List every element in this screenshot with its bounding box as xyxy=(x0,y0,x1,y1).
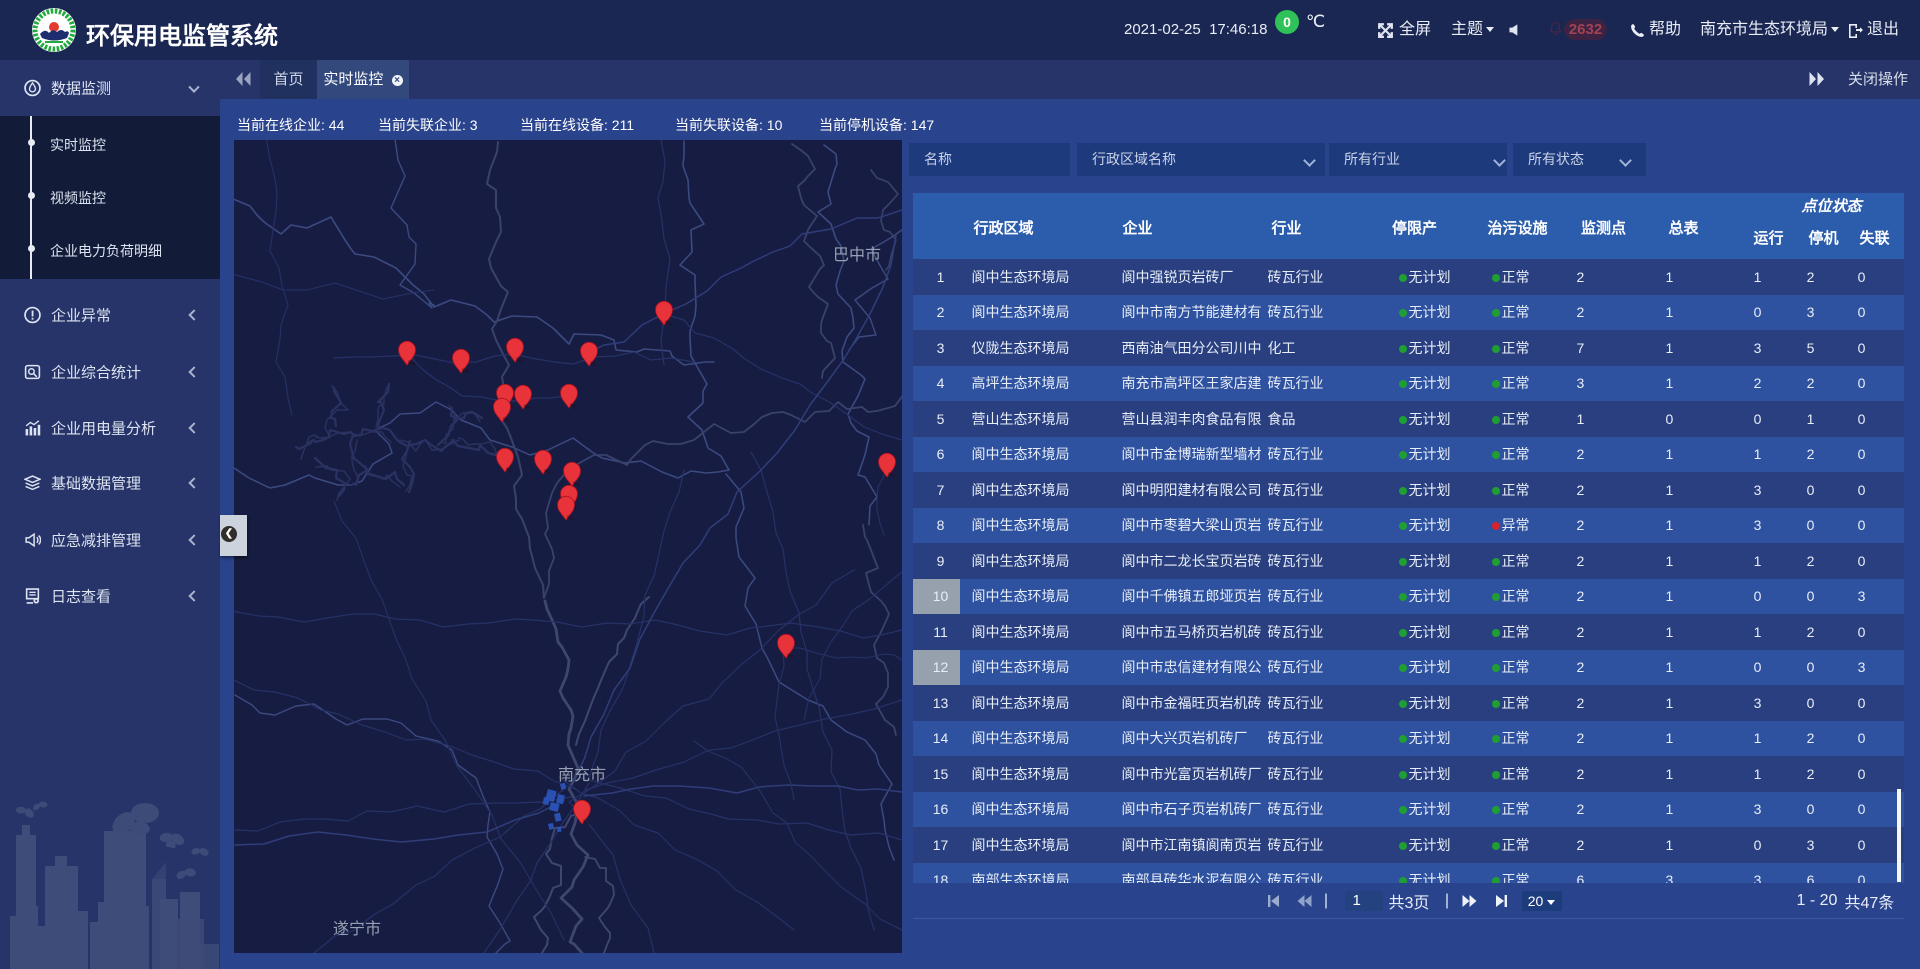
svg-text:巴中市: 巴中市 xyxy=(833,246,881,264)
svg-text:南充市: 南充市 xyxy=(558,766,606,784)
svg-text:遂宁市: 遂宁市 xyxy=(333,920,381,938)
